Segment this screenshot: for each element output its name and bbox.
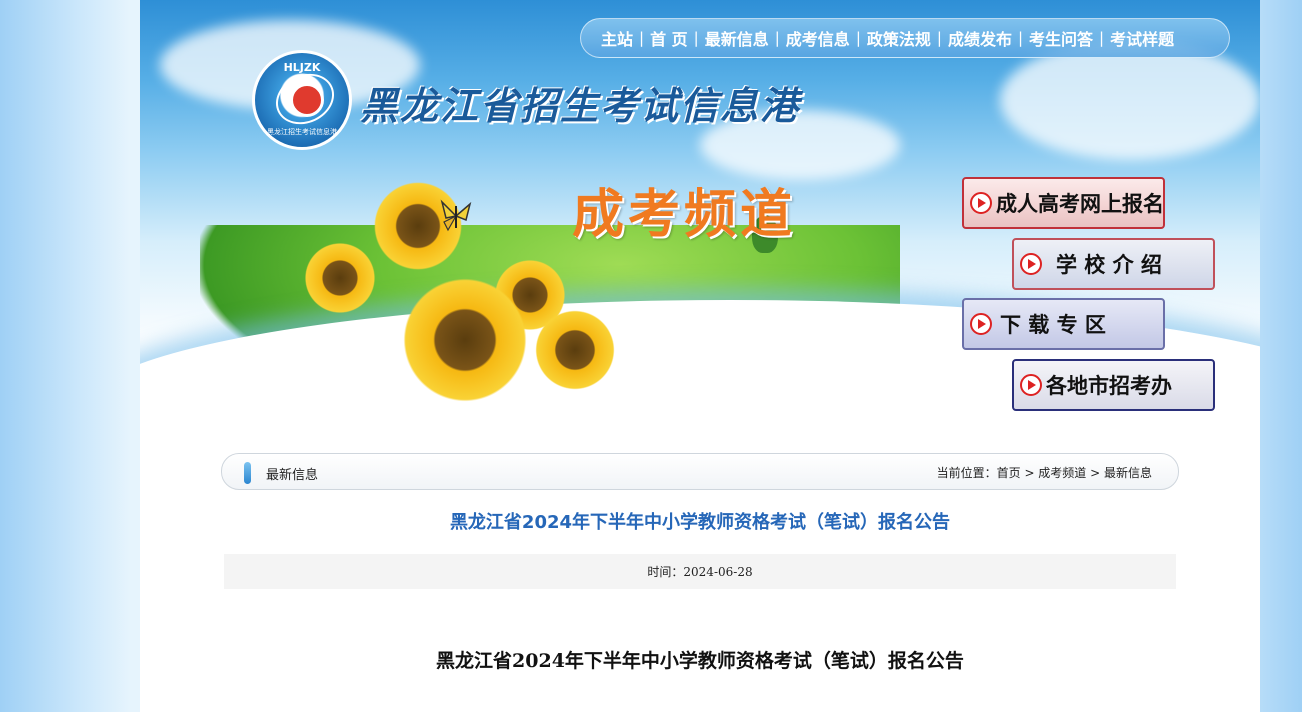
nav-score-release[interactable]: 成绩发布 [948,26,1012,50]
breadcrumb: 最新信息 当前位置：首页 > 成考频道 > 最新信息 [221,453,1179,490]
publish-date: 2024-06-28 [683,564,753,579]
breadcrumb-path[interactable]: 首页 > 成考频道 > 最新信息 [997,466,1152,480]
article-meta: 时间： 2024-06-28 [224,554,1176,589]
site-title: 黑龙江省招生考试信息港 [360,83,801,128]
logo-abbreviation: HLJZK [283,61,321,74]
butterfly-icon [440,199,472,232]
top-navigation: 主站 | 首 页 | 最新信息 | 成考信息 | 政策法规 | 成绩发布 | 考… [580,18,1230,58]
nav-main-site[interactable]: 主站 [601,26,633,50]
play-icon [970,192,992,214]
school-intro-button[interactable]: 学 校 介 绍 [1012,238,1215,290]
download-zone-button[interactable]: 下 载 专 区 [962,298,1165,350]
header-banner: 主站 | 首 页 | 最新信息 | 成考信息 | 政策法规 | 成绩发布 | 考… [140,0,1260,440]
page-container: 主站 | 首 页 | 最新信息 | 成考信息 | 政策法规 | 成绩发布 | 考… [140,0,1260,712]
sunflower-image [530,305,620,395]
play-icon [970,313,992,335]
article-title: 黑龙江省2024年下半年中小学教师资格考试（笔试）报名公告 [449,512,951,533]
local-exam-offices-button[interactable]: 各地市招考办 [1012,359,1215,411]
online-registration-button[interactable]: 成人高考网上报名 [962,177,1165,229]
side-button-label: 下 载 专 区 [1000,312,1106,337]
nav-separator: | [774,29,780,47]
logo-emblem-icon [290,83,324,117]
nav-faq[interactable]: 考生问答 [1029,26,1093,50]
breadcrumb-location: 当前位置：首页 > 成考频道 > 最新信息 [937,464,1152,481]
play-icon [1020,374,1042,396]
nav-policies[interactable]: 政策法规 [867,26,931,50]
nav-separator: | [639,29,645,47]
nav-sample-exams[interactable]: 考试样题 [1110,26,1174,50]
time-label: 时间： [647,565,684,579]
channel-title: 成考频道 [572,186,797,244]
nav-adult-exam-info[interactable]: 成考信息 [786,26,850,50]
article-body-heading: 黑龙江省2024年下半年中小学教师资格考试（笔试）报名公告 [436,650,964,672]
nav-separator: | [1099,29,1105,47]
nav-separator: | [693,29,699,47]
nav-latest-info[interactable]: 最新信息 [705,26,769,50]
nav-separator: | [936,29,942,47]
site-logo[interactable]: HLJZK 黑龙江招生考试信息港 [252,50,352,150]
section-title: 最新信息 [266,468,319,483]
sunflower-image [300,238,380,318]
nav-home[interactable]: 首 页 [650,26,688,50]
section-marker-icon [244,462,251,484]
nav-separator: | [855,29,861,47]
side-button-label: 成人高考网上报名 [996,191,1164,216]
breadcrumb-prefix: 当前位置： [936,466,997,480]
side-button-label: 各地市招考办 [1046,373,1172,398]
cloud [1000,40,1260,160]
side-button-label: 学 校 介 绍 [1056,252,1162,277]
play-icon [1020,253,1042,275]
sunflower-image [395,270,535,410]
nav-separator: | [1017,29,1024,47]
logo-subtext: 黑龙江招生考试信息港 [267,128,337,136]
